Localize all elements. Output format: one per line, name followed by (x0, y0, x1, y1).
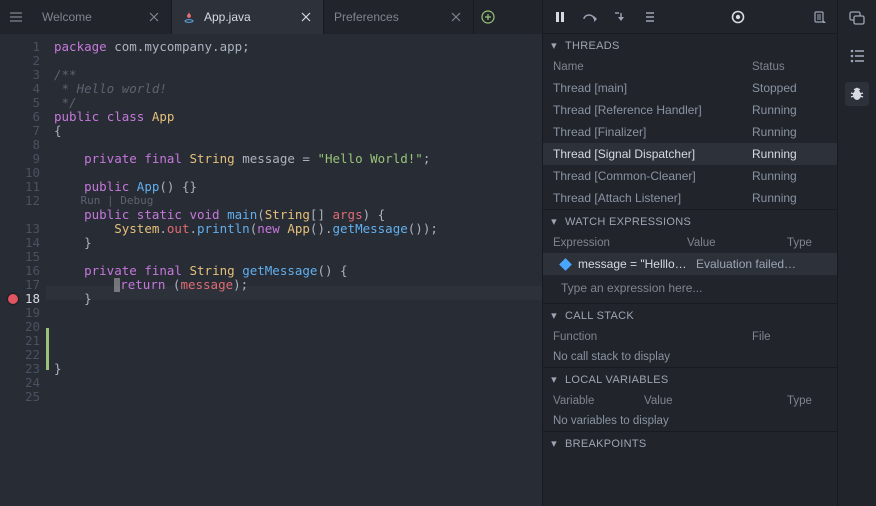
close-icon[interactable] (299, 10, 313, 24)
line-gutter: 1234567891011121314151617181920212223242… (0, 34, 46, 506)
debug-toolbar (543, 0, 837, 34)
thread-row[interactable]: Thread [Reference Handler]Running (543, 99, 837, 121)
codelens-debug[interactable]: Debug (120, 194, 153, 207)
thread-row[interactable]: Thread [Signal Dispatcher]Running (543, 143, 837, 165)
locals-columns: Variable Value Type (543, 391, 837, 411)
watch-header[interactable]: ▾ WATCH EXPRESSIONS (543, 209, 837, 233)
watch-columns: Expression Value Type (543, 233, 837, 253)
record-icon[interactable] (729, 8, 747, 26)
debug-panel: ▾ THREADS Name Status Thread [main]Stopp… (542, 0, 837, 506)
thread-row[interactable]: Thread [Common-Cleaner]Running (543, 165, 837, 187)
bug-icon[interactable] (845, 82, 869, 106)
chevron-down-icon: ▾ (549, 373, 559, 386)
java-file-icon (182, 10, 196, 24)
locals-header[interactable]: ▾ LOCAL VARIABLES (543, 367, 837, 391)
step-into-icon[interactable] (611, 8, 629, 26)
new-tab-button[interactable] (474, 0, 502, 34)
git-change-indicator (46, 328, 49, 370)
step-out-icon[interactable] (641, 8, 659, 26)
diamond-icon (559, 258, 572, 271)
settings-icon[interactable] (811, 8, 829, 26)
code-area[interactable]: package com.mycompany.app; /** * Hello w… (46, 34, 542, 506)
tab-preferences[interactable]: Preferences (324, 0, 474, 34)
step-over-icon[interactable] (581, 8, 599, 26)
tab-label: Welcome (42, 10, 92, 24)
callstack-empty: No call stack to display (543, 347, 837, 367)
tab-label: App.java (204, 10, 251, 24)
code-editor[interactable]: 1234567891011121314151617181920212223242… (0, 34, 542, 506)
chevron-down-icon: ▾ (549, 309, 559, 322)
close-icon[interactable] (147, 10, 161, 24)
chevron-down-icon: ▾ (549, 215, 559, 228)
activity-bar (837, 0, 876, 506)
threads-header[interactable]: ▾ THREADS (543, 34, 837, 57)
callstack-columns: Function File (543, 327, 837, 347)
thread-row[interactable]: Thread [Attach Listener]Running (543, 187, 837, 209)
tab-welcome[interactable]: Welcome (32, 0, 172, 34)
chevron-down-icon: ▾ (549, 437, 559, 450)
callstack-header[interactable]: ▾ CALL STACK (543, 303, 837, 327)
editor-pane: Welcome App.java Preferences (0, 0, 542, 506)
tab-app-java[interactable]: App.java (172, 0, 324, 34)
watch-input[interactable]: Type an expression here... (543, 275, 837, 303)
watch-expression-row[interactable]: message = "Helllo … Evaluation failed… (543, 253, 837, 275)
text-cursor (114, 278, 120, 292)
hamburger-menu-icon[interactable] (0, 0, 32, 34)
tab-bar: Welcome App.java Preferences (0, 0, 542, 34)
threads-columns: Name Status (543, 57, 837, 77)
thread-row[interactable]: Thread [Finalizer]Running (543, 121, 837, 143)
codelens-run[interactable]: Run (81, 194, 101, 207)
breakpoint-icon[interactable] (8, 294, 18, 304)
breakpoints-header[interactable]: ▾ BREAKPOINTS (543, 431, 837, 455)
chat-icon[interactable] (845, 6, 869, 30)
pause-icon[interactable] (551, 8, 569, 26)
close-icon[interactable] (449, 10, 463, 24)
tab-label: Preferences (334, 10, 399, 24)
list-icon[interactable] (845, 44, 869, 68)
chevron-down-icon: ▾ (549, 39, 559, 52)
thread-row[interactable]: Thread [main]Stopped (543, 77, 837, 99)
locals-empty: No variables to display (543, 411, 837, 431)
